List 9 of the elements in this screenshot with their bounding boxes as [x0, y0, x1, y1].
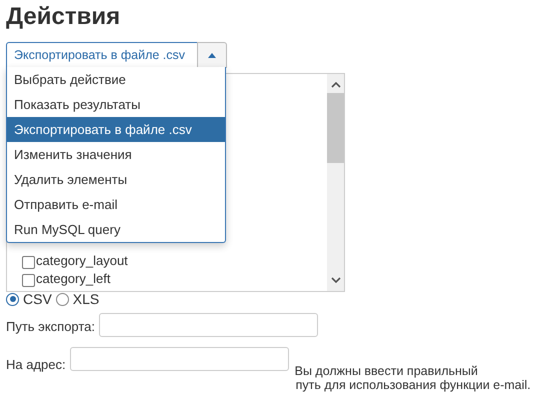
- field-name: category_layout: [36, 252, 128, 268]
- help-text: Вы должны ввести правильный: [294, 364, 479, 378]
- help-text: путь для использования функции e-mail.: [294, 378, 531, 392]
- radio-label: CSV: [23, 291, 52, 307]
- page-heading: Действия: [6, 2, 122, 31]
- field-label: На адрес:: [6, 357, 66, 372]
- radio-label: XLS: [72, 291, 100, 307]
- field-name: category_left: [36, 270, 110, 286]
- field-label: Путь экспорта:: [6, 319, 96, 336]
